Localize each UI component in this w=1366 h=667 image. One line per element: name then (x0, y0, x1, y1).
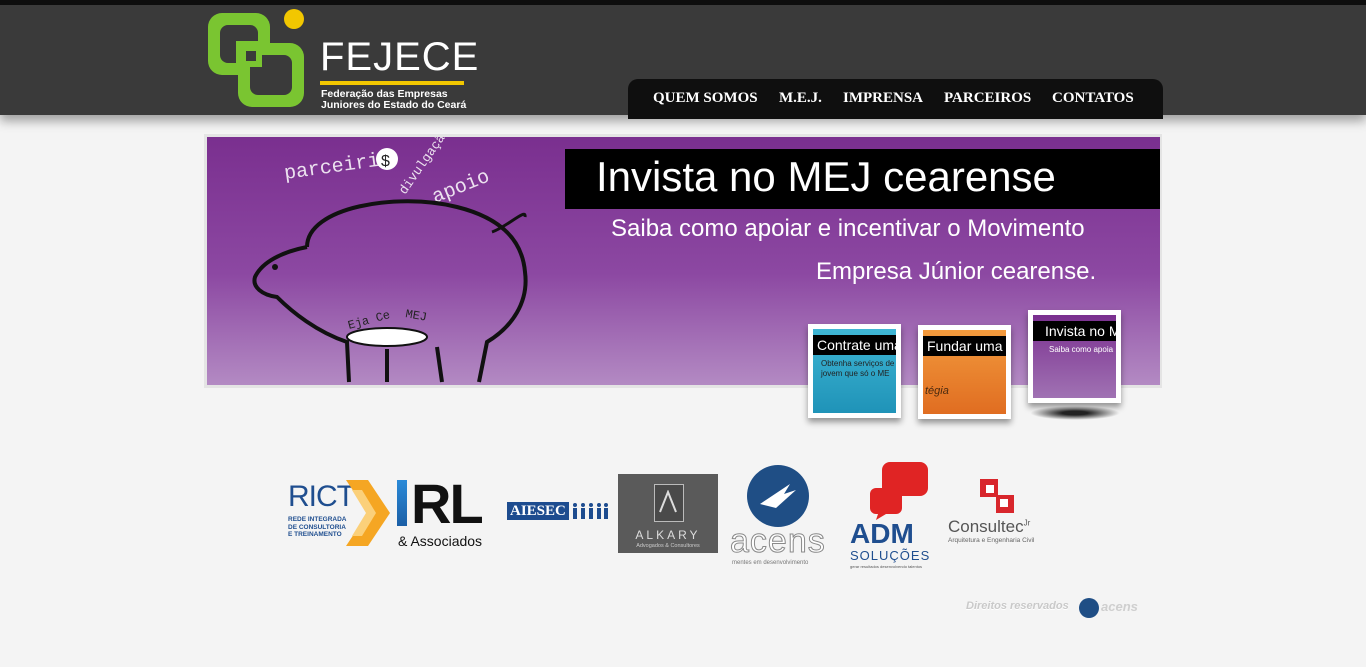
acens-subtitle: mentes em desenvolvimento (732, 560, 809, 566)
footer-copyright: Direitos reservados (966, 600, 1069, 612)
slide-thumb-title: Fundar uma (923, 336, 1006, 356)
acens-emblem-icon (747, 465, 809, 527)
adm-subtitle: SOLUÇÕES (850, 548, 931, 563)
slide-thumb-title: Contrate uma (813, 335, 896, 355)
partners-strip: RICT REDE INTEGRADA DE CONSULTORIA E TRE… (0, 455, 1366, 570)
slide-thumb-subtitle: tégia (925, 385, 949, 397)
aiesec-people-icon (573, 503, 608, 519)
adm-wordmark: ADM (850, 518, 914, 549)
partner-logo-acens[interactable]: acens mentes em desenvolvimento (730, 464, 830, 566)
nav-item-parceiros[interactable]: PARCEIROS (944, 90, 1031, 107)
rl-wordmark: RL (411, 472, 484, 535)
word-parceiria: parceiria (283, 148, 393, 186)
rict-subtitle-line-1: REDE INTEGRADA (288, 516, 347, 523)
footer-acens-wordmark[interactable]: acens (1101, 599, 1138, 614)
partner-logo-consultec[interactable]: ConsultecJr Arquitetura e Engenharia Civ… (946, 479, 1050, 549)
hero-banner[interactable]: parceiria divulgação apoio $ Eja Ce MEJ … (207, 137, 1160, 385)
rict-wordmark: RICT (288, 480, 355, 513)
partner-logo-rict[interactable]: RICT REDE INTEGRADA DE CONSULTORIA E TRE… (286, 480, 390, 546)
partner-logo-adm[interactable]: ADM SOLUÇÕES gerar resultados desenvolve… (848, 462, 932, 569)
acens-wordmark: acens (730, 522, 826, 561)
nav-item-mej[interactable]: M.E.J. (779, 90, 822, 107)
slide-thumb-fundar-image: Fundar uma tégia (923, 330, 1006, 414)
alkary-a-icon (659, 490, 677, 513)
aiesec-wordmark: AIESEC (507, 502, 569, 520)
coin-symbol: $ (381, 153, 390, 170)
consultec-subtitle: Arquitetura e Engenharia Civil (948, 537, 1035, 544)
rict-chevron-icon (346, 480, 390, 546)
consultec-jr: Jr (1023, 518, 1031, 528)
slide-thumb-invista-image: Invista no M Saiba como apoia (1033, 315, 1116, 398)
adm-tagline: gerar resultados desenvolvendo talentos (850, 564, 923, 569)
consultec-emblem-icon (980, 479, 1014, 513)
slide-thumb-title: Invista no M (1033, 321, 1116, 341)
nav-item-contatos[interactable]: CONTATOS (1052, 90, 1134, 107)
alkary-subtitle: Advogados & Consultores (636, 543, 700, 549)
nav-item-imprensa[interactable]: IMPRENSA (843, 90, 923, 107)
partner-logo-alkary[interactable]: ALKARY Advogados & Consultores (618, 474, 718, 553)
slide-thumb-subtitle-line-2: jovem que só o ME (821, 369, 890, 378)
consultec-name: Consultec (948, 517, 1024, 536)
banner-headline: Invista no MEJ cearense (596, 153, 1056, 200)
main-nav: QUEM SOMOS M.E.J. IMPRENSA PARCEIROS CON… (628, 79, 1163, 119)
rict-subtitle-line-2: DE CONSULTORIA (288, 523, 346, 531)
slide-thumb-subtitle-line-1: Obtenha serviços de (821, 359, 895, 368)
slide-thumb-subtitle: Saiba como apoia (1049, 345, 1114, 354)
brand-underline (320, 81, 464, 85)
slide-thumb-subtitle: Obtenha serviços de jovem que só o ME (821, 359, 894, 379)
brand-tagline: Federação das Empresas Juniores do Estad… (321, 89, 466, 111)
slide-thumb-fundar[interactable]: Fundar uma tégia (918, 325, 1011, 419)
slide-thumb-invista[interactable]: Invista no M Saiba como apoia (1028, 310, 1121, 403)
footer-acens-icon[interactable] (1079, 598, 1099, 618)
piggy-bank-icon: parceiria divulgação apoio $ Eja Ce MEJ (252, 137, 528, 383)
word-mej: MEJ (404, 307, 428, 325)
site-header: FEJECE Federação das Empresas Juniores d… (0, 5, 1366, 119)
partner-logo-rl[interactable]: RL & Associados (397, 472, 501, 551)
tagline-line-2: Juniores do Estado do Ceará (321, 99, 467, 111)
rl-bar-icon (397, 480, 407, 526)
alkary-wordmark: ALKARY (635, 528, 701, 542)
rict-subtitle: REDE INTEGRADA DE CONSULTORIA E TREINAME… (288, 516, 347, 539)
banner-subtitle-line-1: Saiba como apoiar e incentivar o Movimen… (611, 215, 1085, 242)
slide-thumb-contrate-image: Contrate uma Obtenha serviços de jovem q… (813, 329, 896, 413)
banner-subtitle-line-2: Empresa Júnior cearense. (816, 258, 1097, 285)
rl-subtitle: & Associados (398, 533, 483, 549)
slide-thumb-contrate[interactable]: Contrate uma Obtenha serviços de jovem q… (808, 324, 901, 418)
nav-item-quem-somos[interactable]: QUEM SOMOS (653, 90, 758, 107)
partner-logo-aiesec[interactable]: AIESEC (507, 502, 609, 522)
brand-name: FEJECE (320, 35, 480, 79)
active-slide-shadow (1030, 406, 1120, 420)
adm-speech-bubbles-icon (870, 462, 928, 520)
consultec-wordmark: ConsultecJr (948, 517, 1030, 537)
rict-subtitle-line-3: E TREINAMENTO (288, 531, 342, 538)
